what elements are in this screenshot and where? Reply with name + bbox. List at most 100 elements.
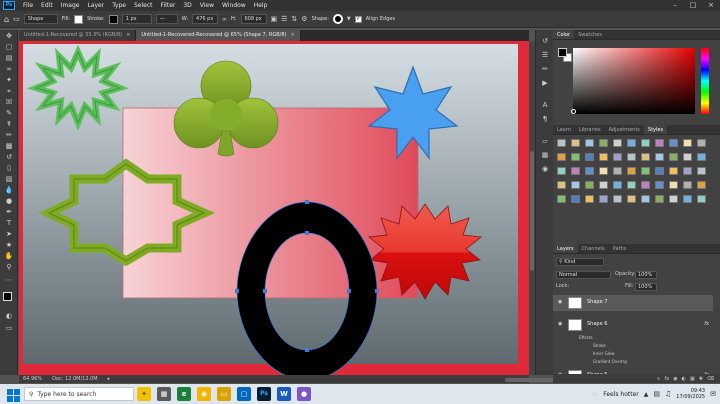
style-preset-swatch[interactable] xyxy=(571,181,580,189)
zoom-tool-icon[interactable]: ⚲ xyxy=(3,263,15,272)
artboard-tool-icon[interactable]: ▢ xyxy=(3,43,15,52)
style-preset-swatch[interactable] xyxy=(683,153,692,161)
clock[interactable]: 09:43 17/09/2025 xyxy=(676,388,705,400)
style-preset-swatch[interactable] xyxy=(613,167,622,175)
shape-picker-ring-icon[interactable] xyxy=(332,14,343,24)
fx-icon[interactable]: fx xyxy=(704,321,709,327)
style-preset-swatch[interactable] xyxy=(557,139,566,147)
app-icon[interactable]: ● xyxy=(297,387,311,401)
style-preset-swatch[interactable] xyxy=(585,153,594,161)
document-size[interactable]: Doc: 12.0M/12.0M xyxy=(52,376,98,382)
add-style-icon[interactable]: fx xyxy=(665,376,670,382)
adjustment-layer-icon[interactable]: ◐ xyxy=(682,376,686,382)
healing-brush-tool-icon[interactable]: ☤ xyxy=(3,120,15,129)
stroke-width-input[interactable]: 1 px xyxy=(121,14,152,24)
effect-inner-glow[interactable]: Inner Glow xyxy=(593,351,615,356)
style-preset-swatch[interactable] xyxy=(697,139,706,147)
taskbar-search[interactable]: ⚲ Type here to search xyxy=(24,387,134,401)
character-icon[interactable]: A xyxy=(540,100,550,110)
chrome-icon[interactable]: ◉ xyxy=(197,387,211,401)
file-explorer-icon[interactable]: ▭ xyxy=(217,387,231,401)
style-preset-swatch[interactable] xyxy=(599,181,608,189)
style-preset-swatch[interactable] xyxy=(669,195,678,203)
tab-adjustments[interactable]: Adjustments xyxy=(605,125,644,134)
style-preset-swatch[interactable] xyxy=(683,195,692,203)
eye-icon[interactable]: ◉ xyxy=(558,299,564,305)
style-preset-swatch[interactable] xyxy=(599,195,608,203)
scrollbar-thumb[interactable] xyxy=(530,151,534,271)
maximize-icon[interactable]: □ xyxy=(684,0,702,11)
frame-tool-icon[interactable]: ☒ xyxy=(3,98,15,107)
menu-select[interactable]: Select xyxy=(130,2,157,9)
link-icon[interactable]: ∞ xyxy=(222,16,227,23)
menu-layer[interactable]: Layer xyxy=(83,2,108,9)
fill-input[interactable]: 100% xyxy=(635,283,657,291)
menu-type[interactable]: Type xyxy=(108,2,130,9)
lasso-tool-icon[interactable]: ∞ xyxy=(3,65,15,74)
layer-row-shape-6[interactable]: ◉ Shape 6 fx xyxy=(553,317,713,333)
quick-select-tool-icon[interactable]: ✦ xyxy=(3,76,15,85)
path-arrangement-icon[interactable]: ⇅ xyxy=(291,15,297,23)
style-preset-swatch[interactable] xyxy=(557,195,566,203)
chevron-down-icon[interactable]: ▼ xyxy=(347,16,351,22)
tab-color[interactable]: Color xyxy=(553,30,575,39)
layer-comps-icon[interactable]: ▦ xyxy=(540,150,550,160)
foreground-color-swatch[interactable] xyxy=(3,292,12,301)
style-preset-swatch[interactable] xyxy=(697,195,706,203)
style-preset-swatch[interactable] xyxy=(697,167,706,175)
zoom-level[interactable]: 64.96% xyxy=(23,376,42,382)
style-preset-swatch[interactable] xyxy=(571,167,580,175)
blur-tool-icon[interactable]: 💧 xyxy=(3,186,15,195)
style-preset-swatch[interactable] xyxy=(627,181,636,189)
document-canvas[interactable] xyxy=(19,41,529,375)
horizontal-scrollbar[interactable] xyxy=(245,377,655,383)
windows-start-button[interactable] xyxy=(4,386,20,402)
style-preset-swatch[interactable] xyxy=(599,139,608,147)
eraser-tool-icon[interactable]: ▯ xyxy=(3,164,15,173)
style-preset-swatch[interactable] xyxy=(585,139,594,147)
home-icon[interactable]: ⌂ xyxy=(4,15,9,24)
close-icon[interactable]: × xyxy=(290,32,294,38)
menu-edit[interactable]: Edit xyxy=(37,2,57,9)
style-preset-swatch[interactable] xyxy=(641,181,650,189)
style-preset-swatch[interactable] xyxy=(641,167,650,175)
weather-text[interactable]: Feels hotter xyxy=(603,391,639,398)
add-mask-icon[interactable]: ◉ xyxy=(673,376,677,382)
history-icon[interactable]: ↺ xyxy=(540,36,550,46)
style-preset-swatch[interactable] xyxy=(557,167,566,175)
path-alignment-icon[interactable]: ☰ xyxy=(281,15,287,23)
menu-filter[interactable]: Filter xyxy=(157,2,180,9)
brush-settings-icon[interactable]: ✏ xyxy=(540,64,550,74)
color-picker-cursor[interactable] xyxy=(571,109,576,114)
style-preset-swatch[interactable] xyxy=(655,167,664,175)
close-icon[interactable]: × xyxy=(126,32,130,38)
shapes-icon[interactable]: ◉ xyxy=(540,164,550,174)
style-preset-swatch[interactable] xyxy=(585,167,594,175)
link-layers-icon[interactable]: ∞ xyxy=(656,376,660,382)
path-operations-icon[interactable]: ▣ xyxy=(271,15,278,23)
eye-icon[interactable]: ◉ xyxy=(558,321,564,327)
style-preset-swatch[interactable] xyxy=(669,139,678,147)
style-preset-swatch[interactable] xyxy=(655,181,664,189)
style-preset-swatch[interactable] xyxy=(599,153,608,161)
style-preset-swatch[interactable] xyxy=(627,195,636,203)
close-icon[interactable]: × xyxy=(702,0,720,11)
style-preset-swatch[interactable] xyxy=(627,167,636,175)
tab-document-2[interactable]: Untitled-1-Recovered-Recovered @ 65% (Sh… xyxy=(136,30,301,41)
volume-icon[interactable]: ♫ xyxy=(665,390,671,398)
photoshop-taskbar-icon[interactable]: Ps xyxy=(257,387,271,401)
effects-label[interactable]: Effects xyxy=(579,335,593,340)
style-preset-swatch[interactable] xyxy=(557,153,566,161)
style-preset-swatch[interactable] xyxy=(641,195,650,203)
network-icon[interactable]: ▤ xyxy=(653,390,660,398)
style-preset-swatch[interactable] xyxy=(669,181,678,189)
fill-swatch[interactable] xyxy=(74,14,84,24)
kind-filter-select[interactable]: ⚲ Kind xyxy=(556,258,604,266)
stroke-type-select[interactable]: — xyxy=(155,14,178,24)
layer-row-shape-7[interactable]: ◉ Shape 7 xyxy=(553,295,713,311)
type-tool-icon[interactable]: T xyxy=(3,219,15,228)
style-preset-swatch[interactable] xyxy=(655,153,664,161)
new-group-icon[interactable]: ▦ xyxy=(690,376,695,382)
new-layer-icon[interactable]: ✚ xyxy=(699,376,703,382)
style-preset-swatch[interactable] xyxy=(613,139,622,147)
